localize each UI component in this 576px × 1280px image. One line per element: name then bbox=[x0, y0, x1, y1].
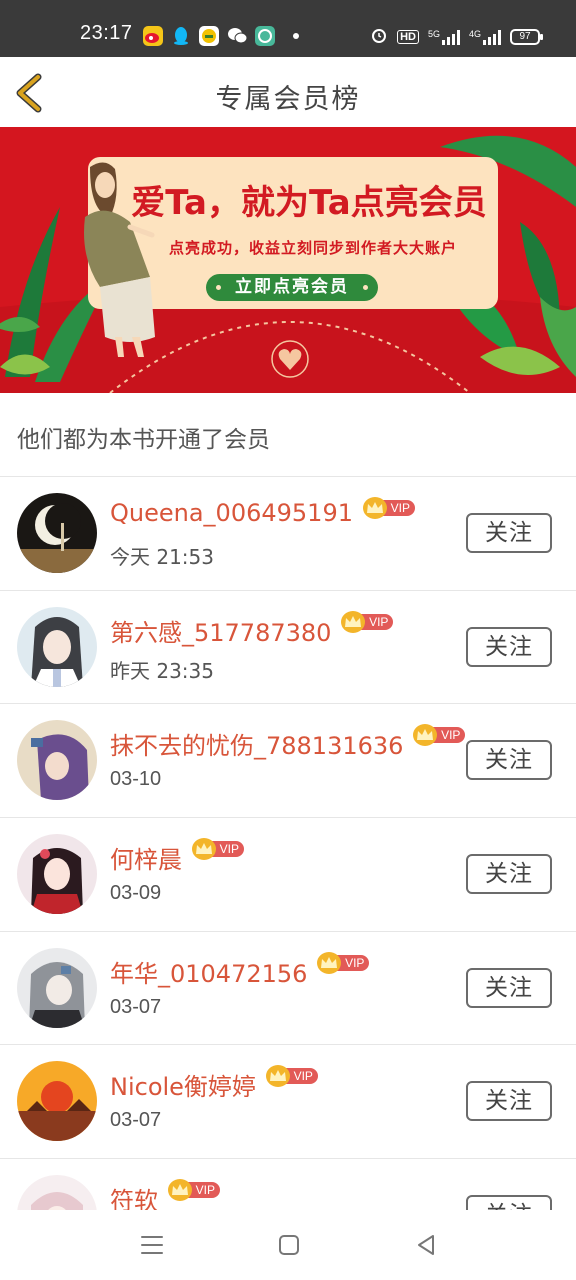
crown-icon bbox=[192, 838, 216, 861]
qq-browser-icon bbox=[199, 26, 219, 46]
member-name[interactable]: 年华_010472156 bbox=[110, 954, 307, 989]
avatar[interactable] bbox=[17, 606, 97, 687]
crown-icon bbox=[265, 1065, 290, 1088]
member-name[interactable]: 符软 bbox=[110, 1181, 158, 1210]
member-name-line: 符软 VIP bbox=[110, 1179, 220, 1210]
vip-badge: VIP bbox=[192, 838, 244, 861]
vip-badge: VIP bbox=[362, 497, 415, 519]
avatar[interactable] bbox=[17, 1061, 97, 1142]
member-name-line: 何梓晨 VIP bbox=[110, 838, 244, 875]
avatar[interactable] bbox=[17, 720, 97, 801]
signal-4g-label: 4G bbox=[468, 28, 481, 39]
vip-badge: VIP bbox=[317, 951, 370, 974]
status-app-icons bbox=[143, 26, 275, 46]
member-name-line: Nicole衡婷婷 VIP bbox=[110, 1065, 318, 1102]
signal-4g-icon: 4G bbox=[469, 29, 501, 45]
vip-badge: VIP bbox=[265, 1065, 318, 1088]
avatar[interactable] bbox=[17, 493, 97, 573]
list-item[interactable]: Queena_006495191 VIP 今天 21:53 关注 bbox=[0, 477, 576, 591]
crown-icon bbox=[341, 610, 366, 633]
weibo-icon bbox=[143, 26, 163, 46]
member-time: 今天 21:53 bbox=[110, 545, 214, 569]
vip-badge: VIP bbox=[341, 610, 394, 633]
battery-icon: 97 bbox=[510, 28, 543, 45]
status-time: 23:17 bbox=[80, 22, 133, 44]
vip-promo-banner[interactable]: 爱Ta，就为Ta点亮会员 点亮成功，收益立刻同步到作者大大账户 立即点亮会员 bbox=[0, 127, 576, 393]
light-up-vip-button[interactable]: 立即点亮会员 bbox=[206, 274, 378, 301]
member-time: 03-07 bbox=[110, 995, 162, 1018]
member-name-line: 年华_010472156 VIP bbox=[110, 951, 370, 989]
page-title: 专属会员榜 bbox=[215, 84, 361, 115]
list-item[interactable]: 年华_010472156 VIP 03-07 关注 bbox=[0, 932, 576, 1046]
system-nav-bar bbox=[0, 1210, 576, 1280]
status-indicators: HD 5G 4G 97 bbox=[370, 26, 543, 47]
qq-icon bbox=[171, 26, 191, 46]
member-name[interactable]: 何梓晨 bbox=[110, 840, 182, 875]
crown-icon bbox=[317, 951, 342, 974]
member-time: 03-09 bbox=[110, 882, 162, 905]
alarm-icon bbox=[370, 26, 388, 47]
app-icon bbox=[255, 26, 275, 46]
follow-button[interactable]: 关注 bbox=[466, 740, 552, 781]
avatar[interactable] bbox=[17, 834, 97, 915]
signal-5g-icon: 5G bbox=[428, 29, 460, 45]
member-time: 03-10 bbox=[110, 768, 162, 791]
section-title: 他们都为本书开通了会员 bbox=[17, 427, 270, 453]
member-name-line: 第六感_517787380 VIP bbox=[110, 610, 394, 648]
member-name-line: Queena_006495191 VIP bbox=[110, 497, 415, 527]
follow-button[interactable]: 关注 bbox=[466, 1195, 552, 1210]
girl-illustration bbox=[84, 162, 155, 357]
follow-button[interactable]: 关注 bbox=[466, 626, 552, 667]
list-item[interactable]: 抹不去的忧伤_788131636 VIP 03-10 关注 bbox=[0, 704, 576, 819]
member-name[interactable]: 第六感_517787380 bbox=[110, 613, 331, 648]
crown-icon bbox=[413, 724, 438, 747]
member-name[interactable]: Nicole衡婷婷 bbox=[110, 1067, 256, 1102]
list-item[interactable]: 符软 VIP 关注 bbox=[0, 1159, 576, 1210]
home-icon[interactable] bbox=[276, 1232, 302, 1258]
vip-badge: VIP bbox=[413, 724, 466, 747]
list-item[interactable]: 何梓晨 VIP 03-09 关注 bbox=[0, 818, 576, 932]
member-name-line: 抹不去的忧伤_788131636 VIP bbox=[110, 724, 466, 761]
vip-badge: VIP bbox=[168, 1179, 220, 1202]
signal-5g-label: 5G bbox=[427, 28, 440, 39]
notification-dot bbox=[293, 33, 299, 39]
list-item[interactable]: 第六感_517787380 VIP 昨天 23:35 关注 bbox=[0, 591, 576, 705]
follow-button[interactable]: 关注 bbox=[466, 854, 552, 895]
back-icon[interactable] bbox=[413, 1232, 439, 1258]
wechat-icon bbox=[227, 26, 248, 46]
hd-indicator: HD bbox=[397, 29, 419, 44]
menu-icon[interactable] bbox=[139, 1232, 165, 1258]
member-time: 03-07 bbox=[110, 1109, 162, 1132]
header: 专属会员榜 bbox=[0, 57, 576, 127]
avatar[interactable] bbox=[17, 947, 97, 1028]
crown-icon bbox=[168, 1179, 192, 1202]
avatar[interactable] bbox=[17, 1175, 97, 1210]
member-list[interactable]: Queena_006495191 VIP 今天 21:53 关注 第六感_517… bbox=[0, 477, 576, 1210]
status-bar: 23:17 HD 5G 4G 97 bbox=[0, 0, 576, 57]
member-time: 昨天 23:35 bbox=[110, 658, 214, 683]
crown-icon bbox=[362, 497, 387, 519]
follow-button[interactable]: 关注 bbox=[466, 1081, 552, 1122]
member-name[interactable]: Queena_006495191 bbox=[110, 499, 353, 527]
follow-button[interactable]: 关注 bbox=[466, 513, 552, 553]
follow-button[interactable]: 关注 bbox=[466, 967, 552, 1008]
member-name[interactable]: 抹不去的忧伤_788131636 bbox=[110, 726, 403, 761]
list-item[interactable]: Nicole衡婷婷 VIP 03-07 关注 bbox=[0, 1045, 576, 1160]
